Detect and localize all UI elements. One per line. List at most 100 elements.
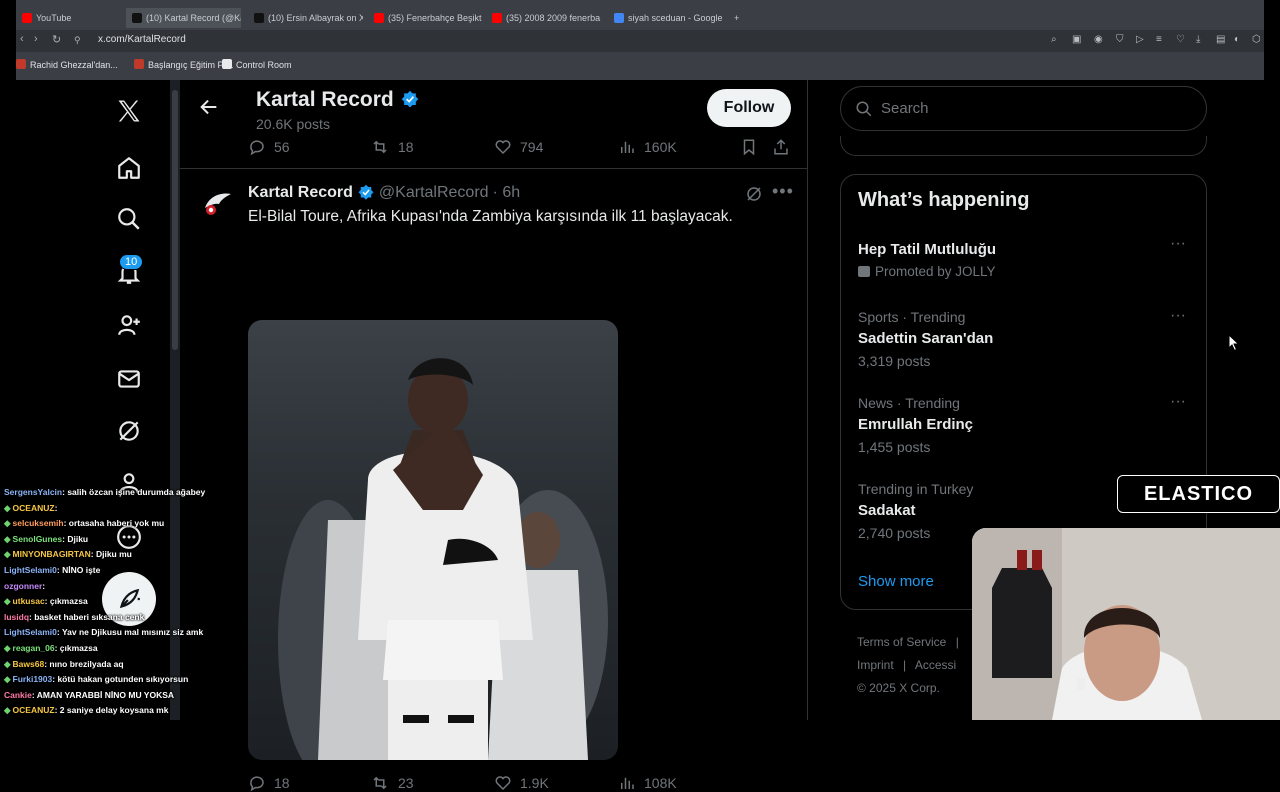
tab-label: (35) Fenerbahçe Beşikt <box>388 13 482 23</box>
like-action[interactable]: 794 <box>494 138 543 156</box>
imprint-link[interactable]: Imprint <box>857 658 894 672</box>
post-reply-count: 18 <box>274 775 290 791</box>
notifications-icon[interactable]: 10 <box>112 254 146 290</box>
views-action[interactable]: 160K <box>618 138 677 156</box>
new-tab-icon[interactable]: + <box>728 8 739 28</box>
chat-text: : <box>42 580 46 591</box>
trend-more-icon[interactable]: ··· <box>1170 307 1186 325</box>
chat-message: LightSelami0: Yav ne Djikusu mal mısınız… <box>0 625 210 641</box>
trend-item[interactable]: Hep Tatil Mutluluğu Promoted by JOLLY ··… <box>858 235 1188 279</box>
bookmark-label: Control Room <box>236 60 292 70</box>
tab-favicon-icon <box>374 13 384 23</box>
post-views-action[interactable]: 108K <box>618 774 677 792</box>
forward-nav-icon[interactable]: › <box>34 33 38 45</box>
browser-tab[interactable]: (35) Fenerbahçe Beşikt <box>368 8 483 28</box>
screenshot-icon[interactable]: ▣ <box>1072 34 1081 45</box>
chat-message: ◆ OCEANUZ: 2 saniye delay koysana mk <box>0 703 210 719</box>
trend-context: News · Trending <box>858 395 960 411</box>
show-more-link[interactable]: Show more <box>858 573 934 590</box>
share-icon[interactable] <box>772 138 790 161</box>
chat-text: : 2 saniye delay koysana mk <box>54 705 169 716</box>
bookmark-item[interactable]: Rachid Ghezzal'dan... <box>16 59 118 70</box>
trend-context: Sports · Trending <box>858 309 966 325</box>
zoom-icon[interactable]: ⌕ <box>1051 34 1057 45</box>
search-icon <box>856 101 872 116</box>
post-time[interactable]: · 6h <box>493 184 521 202</box>
terms-link[interactable]: Terms of Service <box>857 635 946 649</box>
follow-button[interactable]: Follow <box>707 89 791 127</box>
x-logo-icon[interactable] <box>112 94 146 128</box>
repost-icon <box>373 140 387 154</box>
repost-count: 18 <box>398 139 414 155</box>
views-count: 160K <box>644 139 677 155</box>
trend-item[interactable]: News · Trending Emrullah Erdinç 1,455 po… <box>858 393 1188 455</box>
browser-tab[interactable]: YouTube <box>16 8 131 28</box>
eagle-logo-icon <box>205 193 231 215</box>
post-image[interactable] <box>248 320 618 760</box>
post-repost-action[interactable]: 23 <box>370 774 414 792</box>
browser-tab[interactable]: (10) Kartal Record (@Ka <box>126 8 241 28</box>
tab-bar: YouTube (10) Kartal Record (@Ka (10) Ersin… <box>16 8 1264 28</box>
back-arrow-icon[interactable] <box>198 96 220 123</box>
main-column: Kartal Record 20.6K posts Follow 56 18 7… <box>180 80 808 792</box>
chat-message: ◆ MINYONBAGIRTAN: Djiku mu <box>0 547 210 563</box>
post[interactable]: Kartal Record @KartalRecord · 6h ••• El-… <box>180 169 808 792</box>
bookmark-icon[interactable] <box>740 138 758 161</box>
trend-more-icon[interactable]: ··· <box>1170 393 1186 411</box>
camera-icon[interactable]: ◉ <box>1094 34 1103 45</box>
trend-name: Emrullah Erdinç <box>858 416 974 433</box>
avatar[interactable] <box>200 185 236 221</box>
browser-tab[interactable]: (10) Ersin Albayrak on X <box>248 8 363 28</box>
follow-icon[interactable] <box>112 308 146 342</box>
tab-favicon-icon <box>132 13 142 23</box>
play-icon[interactable]: ▷ <box>1136 34 1144 45</box>
menu-lines-icon[interactable]: ≡ <box>1156 34 1162 45</box>
chat-username: ozgonner <box>4 580 43 591</box>
trend-more-icon[interactable]: ··· <box>1170 235 1186 253</box>
site-info-icon[interactable]: ⚲ <box>74 35 81 46</box>
browser-tab[interactable]: siyah sceduan - Google <box>608 8 723 28</box>
search-input[interactable]: Search <box>840 86 1207 131</box>
wallet-icon[interactable]: ▤ <box>1216 34 1225 45</box>
bookmark-label: Rachid Ghezzal'dan... <box>30 60 118 70</box>
search-icon[interactable] <box>112 202 146 236</box>
verified-badge-icon <box>358 184 374 200</box>
back-nav-icon[interactable]: ‹ <box>20 33 24 45</box>
post-more-icon[interactable]: ••• <box>772 181 794 202</box>
chat-message: ◆ utkusac: çıkmazsa <box>0 594 210 610</box>
grok-explain-icon[interactable] <box>745 185 763 208</box>
repost-action[interactable]: 18 <box>370 138 414 156</box>
grok-icon[interactable] <box>112 414 146 448</box>
download-icon[interactable]: ⤓ <box>1196 34 1200 45</box>
post-handle[interactable]: @KartalRecord <box>379 184 489 202</box>
heart-icon[interactable]: ♡ <box>1176 34 1185 45</box>
football-player-photo <box>278 358 608 760</box>
accessibility-link[interactable]: Accessi <box>915 658 956 672</box>
tab-favicon-icon <box>22 13 32 23</box>
extensions-icon[interactable]: ⬡ <box>1252 34 1261 45</box>
bookmark-item[interactable]: Başlangıç Eğitim Pr... <box>134 59 234 70</box>
tab-label: (10) Kartal Record (@Ka <box>146 13 241 23</box>
chat-text: : çıkmazsa <box>44 596 88 607</box>
browser-tab[interactable]: (35) 2008 2009 fenerba <box>486 8 601 28</box>
post-like-count: 1.9K <box>520 775 549 791</box>
reply-action[interactable]: 56 <box>248 138 290 156</box>
post-author[interactable]: Kartal Record <box>248 184 353 202</box>
browser-chrome: YouTube (10) Kartal Record (@Ka (10) Ersin… <box>16 0 1264 80</box>
bookmark-item[interactable]: Control Room <box>222 59 292 70</box>
home-icon[interactable] <box>112 151 146 185</box>
address-bar[interactable]: ‹ › ↻ ⚲ x.com/KartalRecord ⌕ ▣ ◉ ⛉ ▷ ≡ ♡… <box>16 30 1264 52</box>
url-text[interactable]: x.com/KartalRecord <box>98 34 186 45</box>
post-reply-action[interactable]: 18 <box>248 774 290 792</box>
bookmarks-bar: Rachid Ghezzal'dan... Başlangıç Eğitim Pr… <box>16 56 1264 76</box>
shield-icon[interactable]: ⛉ <box>1116 34 1124 45</box>
post-like-action[interactable]: 1.9K <box>494 774 549 792</box>
tab-favicon-icon <box>492 13 502 23</box>
webcam-feed <box>972 528 1280 720</box>
reply-icon <box>250 776 264 792</box>
trend-item[interactable]: Sports · Trending Sadettin Saran'dan 3,3… <box>858 307 1188 369</box>
profile-icon[interactable]: ◐ <box>1234 34 1240 45</box>
messages-icon[interactable] <box>112 362 146 396</box>
reload-icon[interactable]: ↻ <box>52 33 61 46</box>
chat-message: ◆ Baws68: nıno brezilyada aq <box>0 657 210 673</box>
